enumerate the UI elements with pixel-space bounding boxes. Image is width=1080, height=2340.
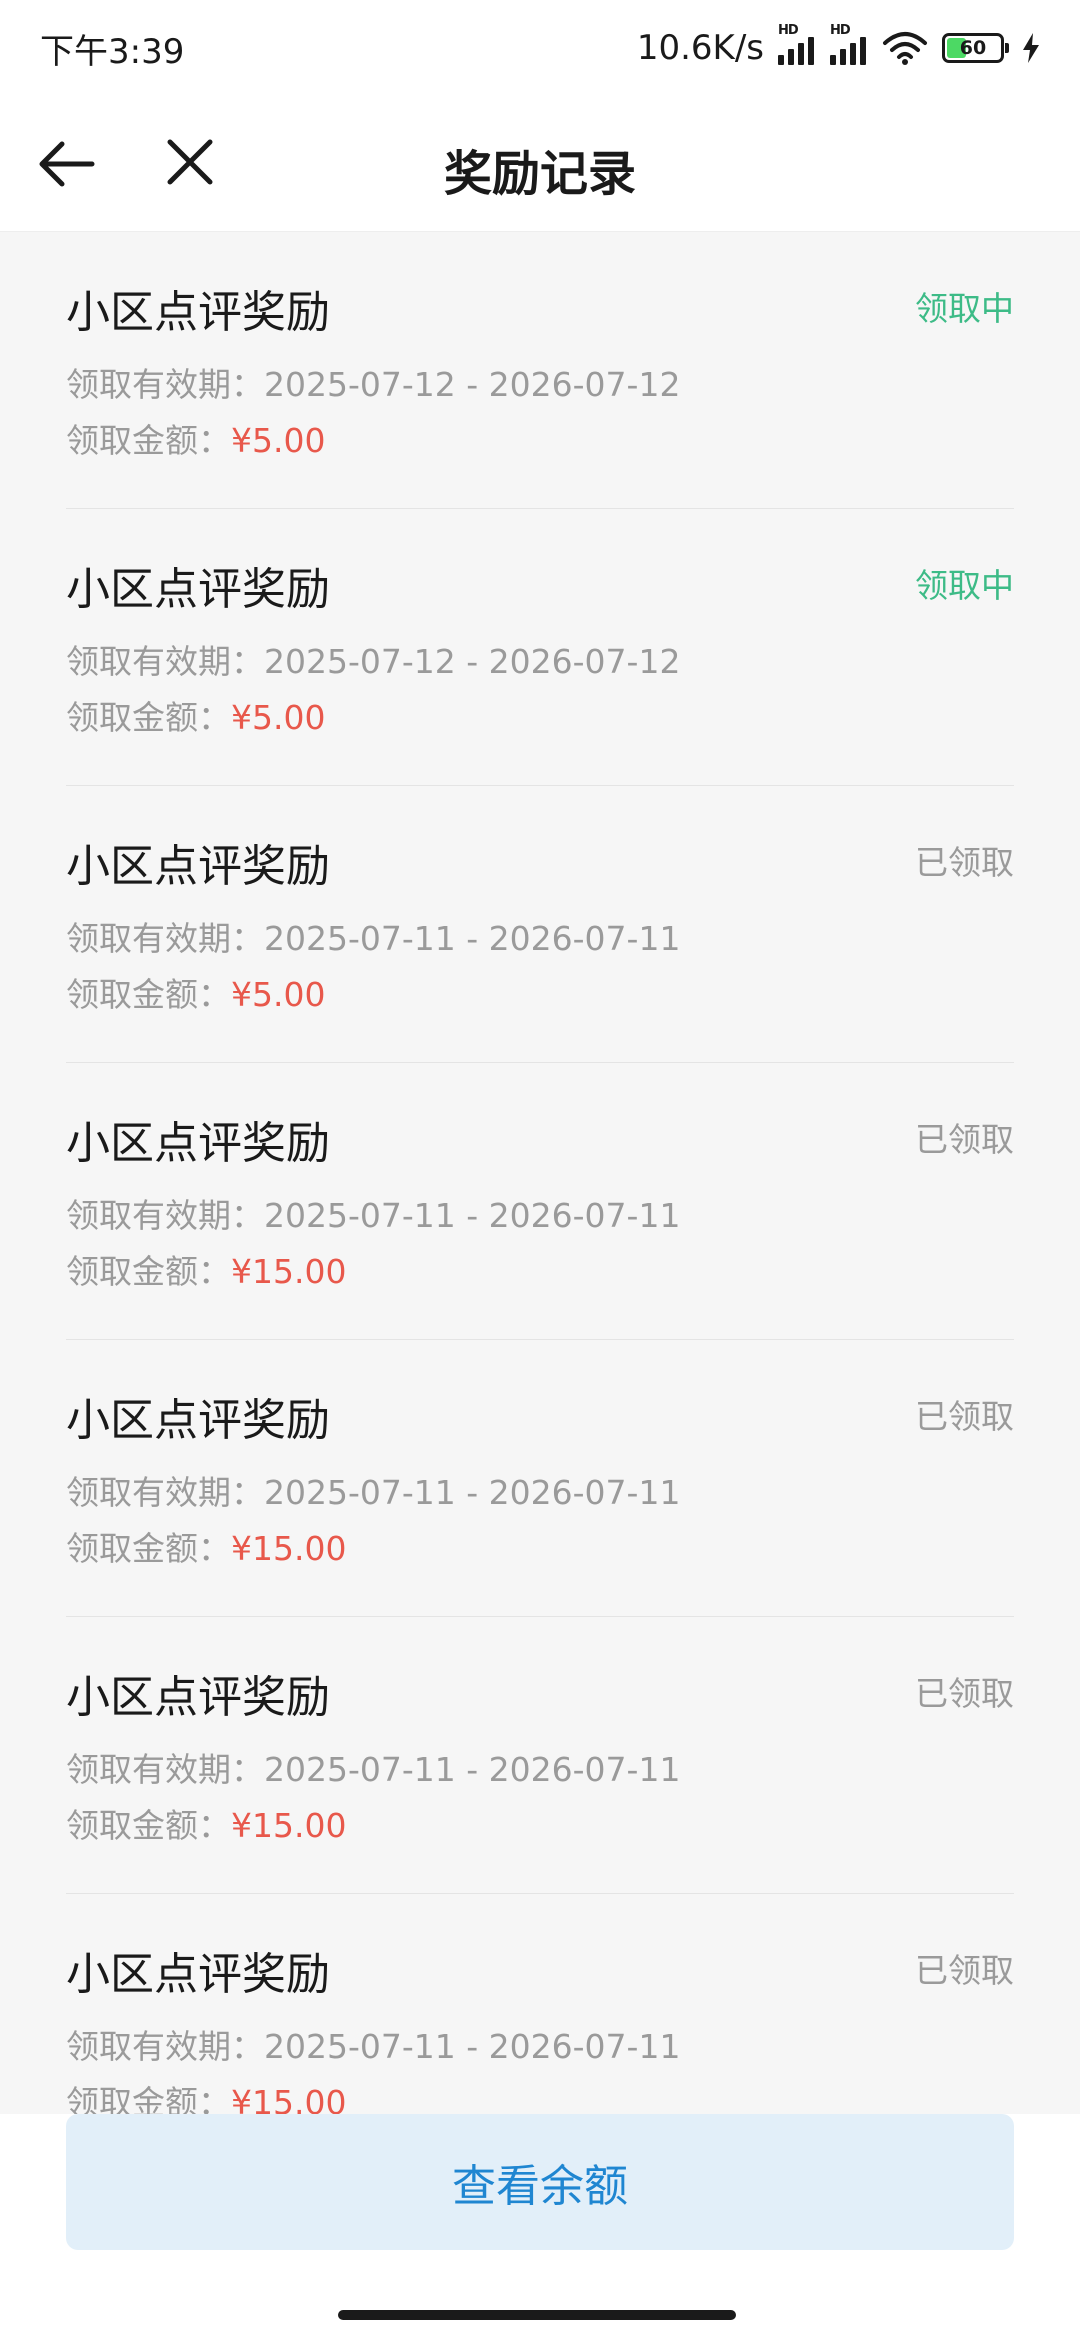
record-title: 小区点评奖励 bbox=[66, 287, 330, 338]
validity-period: 领取有效期：2025-07-11 - 2026-07-11 bbox=[66, 1743, 680, 1791]
amount-value: ¥5.00 bbox=[231, 975, 326, 1014]
hd-label: HD bbox=[830, 23, 851, 38]
status-badge: 领取中 bbox=[915, 566, 1014, 605]
status-badge: 已领取 bbox=[915, 843, 1014, 882]
validity-label: 领取有效期： bbox=[66, 2027, 264, 2066]
record-title: 小区点评奖励 bbox=[66, 841, 330, 892]
amount-value: ¥5.00 bbox=[231, 421, 326, 460]
validity-label: 领取有效期： bbox=[66, 642, 264, 681]
wifi-icon bbox=[883, 32, 927, 65]
amount: 领取金额：¥15.00 bbox=[66, 2076, 346, 2114]
record-title: 小区点评奖励 bbox=[66, 1118, 330, 1169]
status-badge: 已领取 bbox=[915, 1120, 1014, 1159]
validity-value: 2025-07-11 - 2026-07-11 bbox=[264, 1196, 681, 1235]
amount-label: 领取金额： bbox=[66, 698, 231, 737]
record-title: 小区点评奖励 bbox=[66, 1949, 330, 2000]
home-indicator[interactable] bbox=[338, 2310, 736, 2320]
amount-value: ¥15.00 bbox=[231, 1252, 347, 1291]
list-item[interactable]: 小区点评奖励 已领取 领取有效期：2025-07-11 - 2026-07-11 领取… bbox=[66, 1617, 1014, 1894]
amount-value: ¥15.00 bbox=[231, 1806, 347, 1845]
page-title: 奖励记录 bbox=[443, 146, 636, 202]
hd-label: HD bbox=[778, 23, 799, 38]
list-item[interactable]: 小区点评奖励 领取中 领取有效期：2025-07-12 - 2026-07-12 领取… bbox=[66, 232, 1014, 509]
battery-icon: 60 bbox=[942, 33, 1009, 63]
battery-level: 60 bbox=[959, 37, 987, 59]
validity-period: 领取有效期：2025-07-12 - 2026-07-12 bbox=[66, 358, 680, 406]
signal-icon: HD bbox=[778, 23, 814, 65]
validity-period: 领取有效期：2025-07-11 - 2026-07-11 bbox=[66, 1189, 680, 1237]
validity-period: 领取有效期：2025-07-11 - 2026-07-11 bbox=[66, 2020, 680, 2068]
list-item[interactable]: 小区点评奖励 已领取 领取有效期：2025-07-11 - 2026-07-11 领取… bbox=[66, 1340, 1014, 1617]
validity-value: 2025-07-11 - 2026-07-11 bbox=[264, 2027, 681, 2066]
amount-label: 领取金额： bbox=[66, 2083, 231, 2114]
validity-value: 2025-07-11 - 2026-07-11 bbox=[264, 1750, 681, 1789]
bottom-bar: 查看余额 bbox=[0, 2114, 1080, 2340]
list-item[interactable]: 小区点评奖励 领取中 领取有效期：2025-07-12 - 2026-07-12 领取… bbox=[66, 509, 1014, 786]
record-title: 小区点评奖励 bbox=[66, 1395, 330, 1446]
amount: 领取金额：¥15.00 bbox=[66, 1522, 346, 1570]
status-badge: 已领取 bbox=[915, 1397, 1014, 1436]
amount: 领取金额：¥5.00 bbox=[66, 414, 325, 462]
amount-label: 领取金额： bbox=[66, 1252, 231, 1291]
amount: 领取金额：¥15.00 bbox=[66, 1799, 346, 1847]
amount-label: 领取金额： bbox=[66, 421, 231, 460]
network-speed: 10.6K/s bbox=[636, 28, 764, 68]
amount: 领取金额：¥5.00 bbox=[66, 968, 325, 1016]
amount-value: ¥15.00 bbox=[231, 1529, 347, 1568]
status-time: 下午3:39 bbox=[40, 31, 185, 72]
charging-icon bbox=[1023, 33, 1039, 63]
list-item[interactable]: 小区点评奖励 已领取 领取有效期：2025-07-11 - 2026-07-11 领取… bbox=[66, 786, 1014, 1063]
view-balance-button[interactable]: 查看余额 bbox=[66, 2114, 1014, 2250]
validity-label: 领取有效期： bbox=[66, 1196, 264, 1235]
amount-value: ¥5.00 bbox=[231, 698, 326, 737]
record-title: 小区点评奖励 bbox=[66, 1672, 330, 1723]
status-badge: 领取中 bbox=[915, 289, 1014, 328]
status-bar: 下午3:39 10.6K/s HD HD 60 bbox=[0, 0, 1080, 96]
validity-label: 领取有效期： bbox=[66, 1750, 264, 1789]
status-badge: 已领取 bbox=[915, 1674, 1014, 1713]
validity-period: 领取有效期：2025-07-12 - 2026-07-12 bbox=[66, 635, 680, 683]
amount-value: ¥15.00 bbox=[231, 2083, 347, 2114]
validity-label: 领取有效期： bbox=[66, 365, 264, 404]
amount-label: 领取金额： bbox=[66, 1529, 231, 1568]
validity-value: 2025-07-11 - 2026-07-11 bbox=[264, 919, 681, 958]
amount-label: 领取金额： bbox=[66, 1806, 231, 1845]
reward-record-list[interactable]: 小区点评奖励 领取中 领取有效期：2025-07-12 - 2026-07-12 领取… bbox=[0, 232, 1080, 2114]
status-icons: 10.6K/s HD HD 60 bbox=[636, 23, 1040, 68]
validity-value: 2025-07-12 - 2026-07-12 bbox=[264, 642, 681, 681]
amount: 领取金额：¥15.00 bbox=[66, 1245, 346, 1293]
validity-period: 领取有效期：2025-07-11 - 2026-07-11 bbox=[66, 912, 680, 960]
nav-bar: 奖励记录 bbox=[0, 96, 1080, 232]
signal-icon: HD bbox=[830, 23, 866, 65]
record-title: 小区点评奖励 bbox=[66, 564, 330, 615]
amount-label: 领取金额： bbox=[66, 975, 231, 1014]
validity-label: 领取有效期： bbox=[66, 919, 264, 958]
list-item[interactable]: 小区点评奖励 已领取 领取有效期：2025-07-11 - 2026-07-11 领取… bbox=[66, 1894, 1014, 2114]
validity-period: 领取有效期：2025-07-11 - 2026-07-11 bbox=[66, 1466, 680, 1514]
status-badge: 已领取 bbox=[915, 1951, 1014, 1990]
amount: 领取金额：¥5.00 bbox=[66, 691, 325, 739]
validity-label: 领取有效期： bbox=[66, 1473, 264, 1512]
list-item[interactable]: 小区点评奖励 已领取 领取有效期：2025-07-11 - 2026-07-11 领取… bbox=[66, 1063, 1014, 1340]
validity-value: 2025-07-11 - 2026-07-11 bbox=[264, 1473, 681, 1512]
validity-value: 2025-07-12 - 2026-07-12 bbox=[264, 365, 681, 404]
